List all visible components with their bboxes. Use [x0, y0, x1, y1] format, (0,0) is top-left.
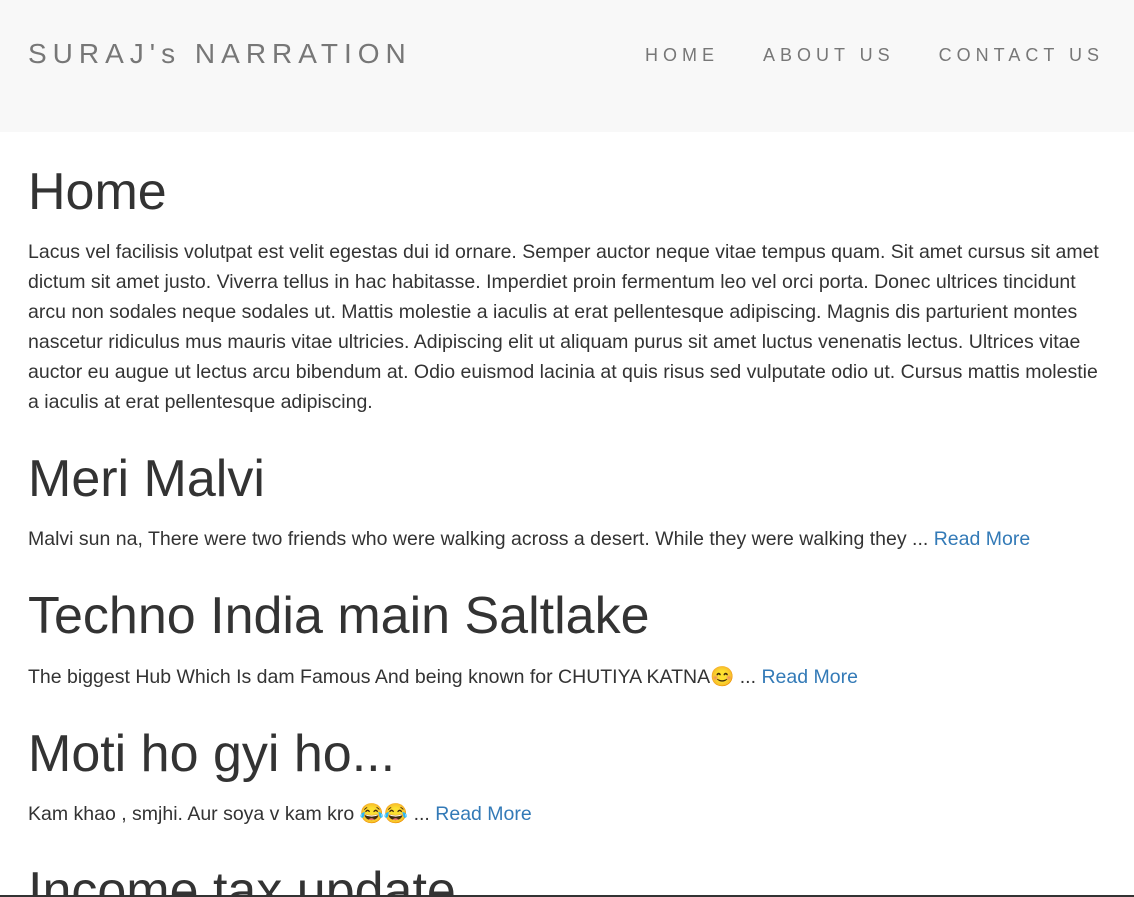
nav-item-home: HOME — [645, 45, 719, 66]
read-more-link[interactable]: Read More — [761, 666, 857, 688]
post-excerpt: The biggest Hub Which Is dam Famous And … — [28, 665, 762, 688]
nav-menu: HOME ABOUT US CONTACT US — [645, 45, 1104, 66]
post-item: Meri Malvi Malvi sun na, There were two … — [28, 450, 1106, 554]
intro-paragraph: Lacus vel facilisis volutpat est velit e… — [28, 241, 1099, 414]
nav-link-home[interactable]: HOME — [645, 45, 719, 66]
post-item: Techno India main Saltlake The biggest H… — [28, 588, 1106, 691]
nav-item-contact: CONTACT US — [939, 45, 1104, 66]
post-excerpt: Kam khao , smjhi. Aur soya v kam kro 😂😂 … — [28, 802, 436, 825]
nav-item-about: ABOUT US — [763, 45, 895, 66]
page-title: Home — [28, 163, 167, 221]
post-title[interactable]: Meri Malvi — [28, 450, 1106, 508]
read-more-link[interactable]: Read More — [934, 528, 1030, 550]
main-content: Home Lacus vel facilisis volutpat est ve… — [0, 132, 1134, 897]
post-title[interactable]: Techno India main Saltlake — [28, 588, 1106, 645]
post-excerpt-row: The biggest Hub Which Is dam Famous And … — [28, 662, 1106, 692]
post-excerpt-row: Kam khao , smjhi. Aur soya v kam kro 😂😂 … — [28, 799, 1106, 829]
nav-link-contact-us[interactable]: CONTACT US — [939, 45, 1104, 66]
post-item: Moti ho gyi ho... Kam khao , smjhi. Aur … — [28, 725, 1106, 829]
brand-link[interactable]: SURAJ's NARRATION — [28, 38, 412, 70]
nav-link-about-us[interactable]: ABOUT US — [763, 45, 895, 66]
navbar: SURAJ's NARRATION HOME ABOUT US CONTACT … — [0, 0, 1134, 132]
post-excerpt-row: Malvi sun na, There were two friends who… — [28, 524, 1106, 554]
post-title[interactable]: Income tax update — [28, 862, 1106, 897]
read-more-link[interactable]: Read More — [435, 803, 531, 825]
post-excerpt: Malvi sun na, There were two friends who… — [28, 528, 934, 551]
post-title[interactable]: Moti ho gyi ho... — [28, 725, 1106, 783]
post-item: Income tax update — [28, 862, 1106, 897]
